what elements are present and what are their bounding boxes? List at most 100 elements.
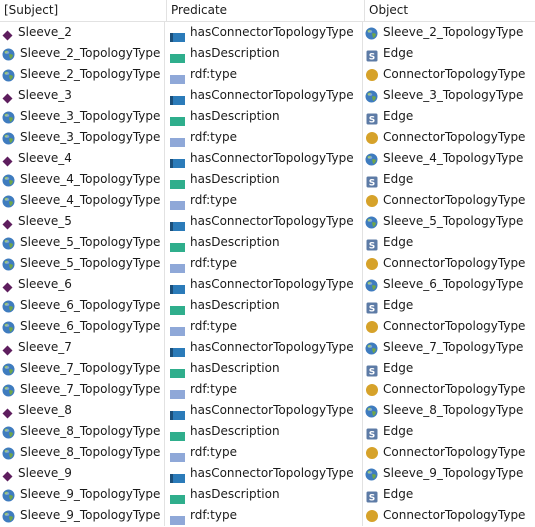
subject-cell[interactable]: Sleeve_5_TopologyType (0, 253, 165, 274)
predicate-cell[interactable]: rdf:type (165, 316, 363, 337)
predicate-cell[interactable]: rdf:type (165, 442, 363, 463)
subject-cell[interactable]: Sleeve_4_TopologyType (0, 190, 165, 211)
object-cell[interactable]: Sleeve_3_TopologyType (363, 85, 535, 106)
object-cell[interactable]: S Edge (363, 43, 535, 64)
predicate-cell[interactable]: hasConnectorTopologyType (165, 22, 363, 43)
object-cell[interactable]: Sleeve_7_TopologyType (363, 337, 535, 358)
table-row[interactable]: Sleeve_3 hasConnectorTopologyType Sleeve_3… (0, 85, 535, 106)
table-row[interactable]: Sleeve_4 hasConnectorTopologyType Sleeve_4… (0, 148, 535, 169)
table-row[interactable]: Sleeve_5 hasConnectorTopologyType Sleeve_5… (0, 211, 535, 232)
predicate-cell[interactable]: hasDescription (165, 106, 363, 127)
subject-cell[interactable]: Sleeve_2_TopologyType (0, 43, 165, 64)
column-header-object[interactable]: Object (365, 0, 535, 21)
table-row[interactable]: Sleeve_3_TopologyType rdf:type ConnectorTo… (0, 127, 535, 148)
subject-cell[interactable]: Sleeve_6_TopologyType (0, 316, 165, 337)
table-row[interactable]: Sleeve_7_TopologyType rdf:type ConnectorTo… (0, 379, 535, 400)
predicate-cell[interactable]: rdf:type (165, 379, 363, 400)
predicate-cell[interactable]: hasConnectorTopologyType (165, 337, 363, 358)
subject-cell[interactable]: Sleeve_3_TopologyType (0, 127, 165, 148)
subject-cell[interactable]: Sleeve_8_TopologyType (0, 442, 165, 463)
object-cell[interactable]: S Edge (363, 295, 535, 316)
subject-cell[interactable]: Sleeve_7_TopologyType (0, 358, 165, 379)
subject-cell[interactable]: Sleeve_2_TopologyType (0, 64, 165, 85)
subject-cell[interactable]: Sleeve_2 (0, 22, 165, 43)
table-row[interactable]: Sleeve_8_TopologyType hasDescription S Edge (0, 421, 535, 442)
subject-cell[interactable]: Sleeve_9_TopologyType (0, 505, 165, 526)
table-row[interactable]: Sleeve_2_TopologyType hasDescription S Edge (0, 43, 535, 64)
predicate-cell[interactable]: rdf:type (165, 64, 363, 85)
object-cell[interactable]: Sleeve_2_TopologyType (363, 22, 535, 43)
table-row[interactable]: Sleeve_5_TopologyType rdf:type ConnectorTo… (0, 253, 535, 274)
object-cell[interactable]: ConnectorTopologyType (363, 127, 535, 148)
subject-cell[interactable]: Sleeve_3_TopologyType (0, 106, 165, 127)
subject-cell[interactable]: Sleeve_5_TopologyType (0, 232, 165, 253)
subject-cell[interactable]: Sleeve_7 (0, 337, 165, 358)
predicate-cell[interactable]: hasConnectorTopologyType (165, 463, 363, 484)
object-cell[interactable]: ConnectorTopologyType (363, 379, 535, 400)
predicate-cell[interactable]: hasConnectorTopologyType (165, 148, 363, 169)
predicate-cell[interactable]: hasDescription (165, 484, 363, 505)
subject-cell[interactable]: Sleeve_4_TopologyType (0, 169, 165, 190)
object-cell[interactable]: ConnectorTopologyType (363, 253, 535, 274)
predicate-cell[interactable]: hasConnectorTopologyType (165, 274, 363, 295)
subject-cell[interactable]: Sleeve_6 (0, 274, 165, 295)
subject-cell[interactable]: Sleeve_3 (0, 85, 165, 106)
object-cell[interactable]: S Edge (363, 169, 535, 190)
predicate-cell[interactable]: hasDescription (165, 358, 363, 379)
table-row[interactable]: Sleeve_6_TopologyType rdf:type ConnectorTo… (0, 316, 535, 337)
table-row[interactable]: Sleeve_5_TopologyType hasDescription S Edge (0, 232, 535, 253)
object-cell[interactable]: ConnectorTopologyType (363, 64, 535, 85)
predicate-cell[interactable]: hasDescription (165, 295, 363, 316)
table-row[interactable]: Sleeve_6 hasConnectorTopologyType Sleeve_6… (0, 274, 535, 295)
subject-cell[interactable]: Sleeve_5 (0, 211, 165, 232)
column-header-subject[interactable]: [Subject] (0, 0, 167, 21)
object-cell[interactable]: Sleeve_6_TopologyType (363, 274, 535, 295)
subject-cell[interactable]: Sleeve_6_TopologyType (0, 295, 165, 316)
table-row[interactable]: Sleeve_7 hasConnectorTopologyType Sleeve_7… (0, 337, 535, 358)
predicate-cell[interactable]: hasConnectorTopologyType (165, 211, 363, 232)
object-cell[interactable]: S Edge (363, 106, 535, 127)
object-cell[interactable]: S Edge (363, 232, 535, 253)
object-cell[interactable]: ConnectorTopologyType (363, 442, 535, 463)
object-cell[interactable]: ConnectorTopologyType (363, 316, 535, 337)
table-row[interactable]: Sleeve_8_TopologyType rdf:type ConnectorTo… (0, 442, 535, 463)
table-row[interactable]: Sleeve_2_TopologyType rdf:type ConnectorTo… (0, 64, 535, 85)
subject-cell[interactable]: Sleeve_8 (0, 400, 165, 421)
object-cell[interactable]: Sleeve_8_TopologyType (363, 400, 535, 421)
subject-cell[interactable]: Sleeve_7_TopologyType (0, 379, 165, 400)
object-cell[interactable]: ConnectorTopologyType (363, 505, 535, 526)
predicate-cell[interactable]: hasDescription (165, 421, 363, 442)
object-cell[interactable]: Sleeve_4_TopologyType (363, 148, 535, 169)
object-cell[interactable]: Sleeve_5_TopologyType (363, 211, 535, 232)
column-header-predicate[interactable]: Predicate (167, 0, 365, 21)
subject-cell[interactable]: Sleeve_4 (0, 148, 165, 169)
predicate-cell[interactable]: hasDescription (165, 43, 363, 64)
subject-cell[interactable]: Sleeve_8_TopologyType (0, 421, 165, 442)
object-cell[interactable]: S Edge (363, 421, 535, 442)
table-row[interactable]: Sleeve_2 hasConnectorTopologyType Sleeve_2… (0, 22, 535, 43)
table-row[interactable]: Sleeve_7_TopologyType hasDescription S Edge (0, 358, 535, 379)
object-cell[interactable]: S Edge (363, 484, 535, 505)
predicate-cell[interactable]: rdf:type (165, 190, 363, 211)
predicate-cell[interactable]: hasDescription (165, 232, 363, 253)
predicate-cell[interactable]: hasDescription (165, 169, 363, 190)
predicate-cell[interactable]: hasConnectorTopologyType (165, 85, 363, 106)
object-cell[interactable]: S Edge (363, 358, 535, 379)
table-row[interactable]: Sleeve_3_TopologyType hasDescription S Edge (0, 106, 535, 127)
predicate-cell[interactable]: hasConnectorTopologyType (165, 400, 363, 421)
table-row[interactable]: Sleeve_8 hasConnectorTopologyType Sleeve_8… (0, 400, 535, 421)
object-cell[interactable]: ConnectorTopologyType (363, 190, 535, 211)
predicate-cell[interactable]: rdf:type (165, 127, 363, 148)
predicate-cell[interactable]: rdf:type (165, 505, 363, 526)
object-property-icon (170, 154, 185, 168)
object-cell[interactable]: Sleeve_9_TopologyType (363, 463, 535, 484)
table-row[interactable]: Sleeve_9_TopologyType hasDescription S Edge (0, 484, 535, 505)
table-row[interactable]: Sleeve_9 hasConnectorTopologyType Sleeve_9… (0, 463, 535, 484)
table-row[interactable]: Sleeve_9_TopologyType rdf:type ConnectorTo… (0, 505, 535, 526)
predicate-cell[interactable]: rdf:type (165, 253, 363, 274)
table-row[interactable]: Sleeve_6_TopologyType hasDescription S Edge (0, 295, 535, 316)
table-row[interactable]: Sleeve_4_TopologyType hasDescription S Edge (0, 169, 535, 190)
table-row[interactable]: Sleeve_4_TopologyType rdf:type ConnectorTo… (0, 190, 535, 211)
subject-cell[interactable]: Sleeve_9_TopologyType (0, 484, 165, 505)
subject-cell[interactable]: Sleeve_9 (0, 463, 165, 484)
